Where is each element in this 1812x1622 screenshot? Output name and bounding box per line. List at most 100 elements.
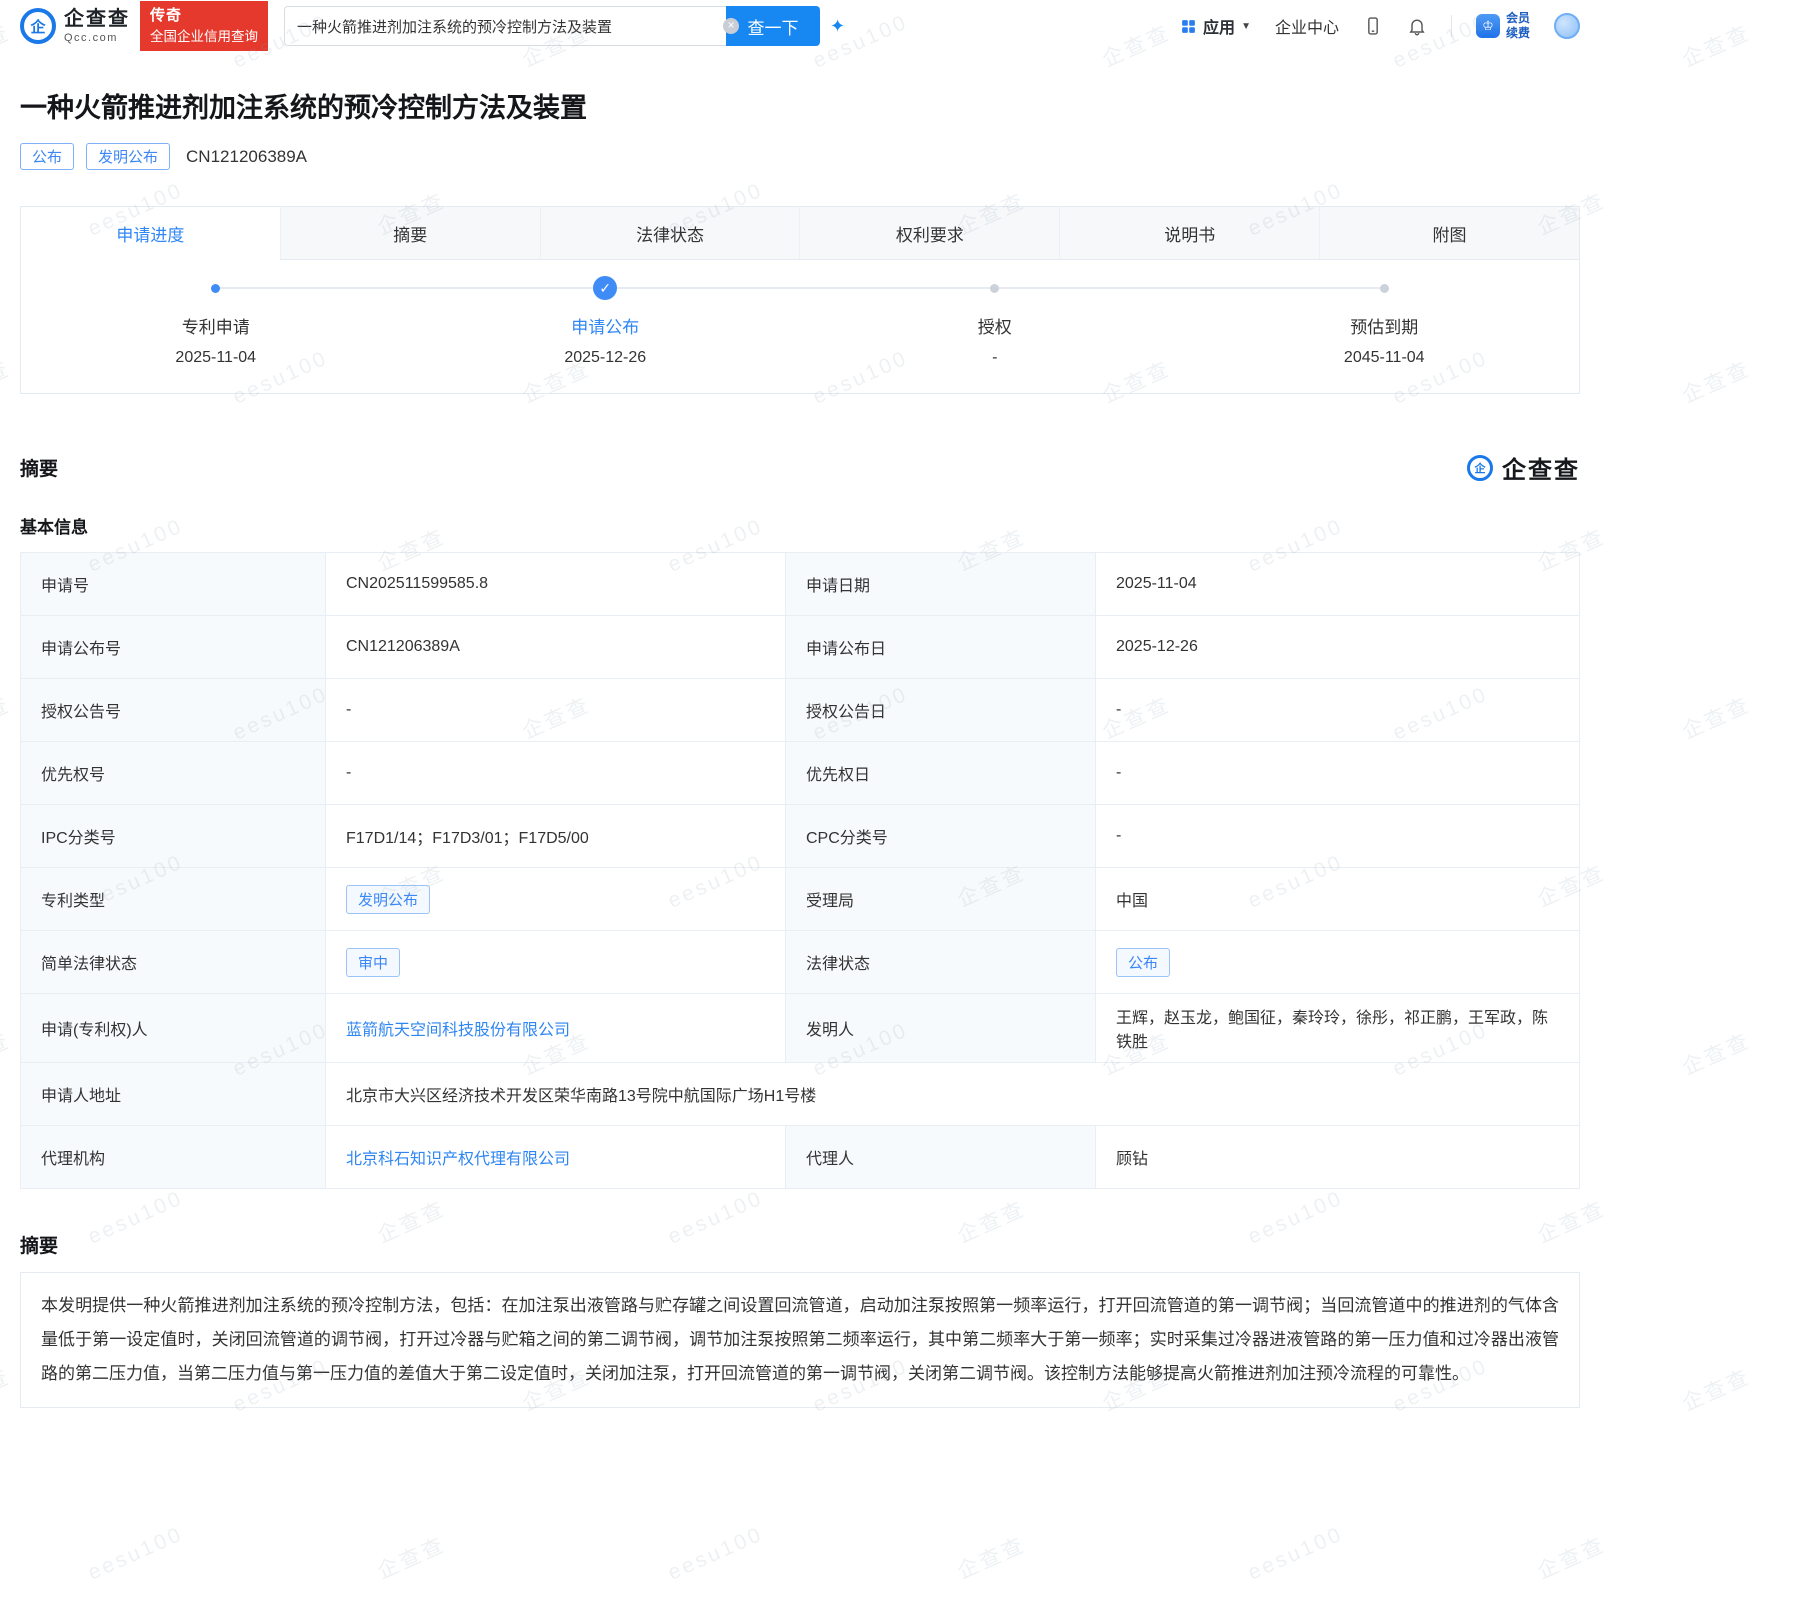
field-value: -	[326, 679, 786, 742]
navbar-right: 应用 ▼ 企业中心 ♔ 会员 续费	[1180, 11, 1580, 41]
ai-search-icon[interactable]: ✦	[830, 16, 845, 37]
field-label: 申请人地址	[21, 1063, 326, 1126]
timeline-step-label: 申请公布	[571, 313, 639, 338]
chevron-down-icon: ▼	[1241, 21, 1251, 32]
qcc-watermark-logo: 企 企查查	[1467, 450, 1580, 485]
vip-label-bottom: 续费	[1506, 26, 1530, 41]
field-value: 顾钻	[1096, 1126, 1580, 1189]
vip-label-top: 会员	[1506, 11, 1530, 26]
legal-status-badge: 公布	[1116, 948, 1170, 977]
field-value: 公布	[1096, 931, 1580, 994]
clear-search-icon[interactable]: ×	[723, 18, 739, 34]
applicant-company-link[interactable]: 蓝箭航天空间科技股份有限公司	[346, 1022, 570, 1039]
timeline-dot	[211, 284, 220, 293]
field-value: -	[1096, 679, 1580, 742]
apps-label: 应用	[1203, 14, 1235, 38]
field-value: 2025-12-26	[1096, 616, 1580, 679]
field-value: 审中	[326, 931, 786, 994]
table-row: 授权公告号 - 授权公告日 -	[21, 679, 1580, 742]
publication-number: CN121206389A	[186, 147, 307, 167]
enterprise-center-link[interactable]: 企业中心	[1275, 14, 1339, 38]
timeline-step-label: 预估到期	[1350, 313, 1418, 338]
tab-legal-status[interactable]: 法律状态	[540, 207, 800, 259]
timeline-step-date: 2045-11-04	[1344, 349, 1425, 367]
tab-description[interactable]: 说明书	[1059, 207, 1319, 259]
basic-info-title: 基本信息	[20, 513, 1580, 538]
field-label: 申请公布日	[786, 616, 1096, 679]
top-navbar: 企 企查查 Qcc.com 传奇 全国企业信用查询 × 查一下 ✦	[20, 0, 1580, 48]
timeline-step-grant: 授权 -	[800, 276, 1190, 367]
timeline-dot	[990, 284, 999, 293]
field-label: 优先权号	[21, 742, 326, 805]
timeline-step-expiry: 预估到期 2045-11-04	[1190, 276, 1580, 367]
field-label: 法律状态	[786, 931, 1096, 994]
field-label: 申请公布号	[21, 616, 326, 679]
timeline-step-label: 授权	[978, 313, 1012, 338]
table-row: 申请号 CN202511599585.8 申请日期 2025-11-04	[21, 553, 1580, 616]
table-row: 优先权号 - 优先权日 -	[21, 742, 1580, 805]
timeline-step-publication: ✓ 申请公布 2025-12-26	[411, 276, 801, 367]
timeline: 专利申请 2025-11-04 ✓ 申请公布 2025-12-26 授权 - 预…	[21, 260, 1579, 393]
tab-claims[interactable]: 权利要求	[799, 207, 1059, 259]
patent-type-badge: 发明公布	[346, 885, 430, 914]
timeline-step-filing: 专利申请 2025-11-04	[21, 276, 411, 367]
field-value: 王辉，赵玉龙，鲍国征，秦玲玲，徐彤，祁正鹏，王军政，陈铁胜	[1096, 994, 1580, 1063]
promo-line2: 全国企业信用查询	[150, 27, 258, 47]
abstract-text: 本发明提供一种火箭推进剂加注系统的预冷控制方法，包括：在加注泵出液管路与贮存罐之…	[20, 1272, 1580, 1408]
divider	[1451, 15, 1452, 37]
mobile-app-icon[interactable]	[1363, 16, 1383, 36]
vip-renew-button[interactable]: ♔ 会员 续费	[1476, 11, 1530, 41]
basic-info-table: 申请号 CN202511599585.8 申请日期 2025-11-04 申请公…	[20, 552, 1580, 1189]
field-value: 北京市大兴区经济技术开发区荣华南路13号院中航国际广场H1号楼	[326, 1063, 1580, 1126]
tab-application-progress[interactable]: 申请进度	[21, 207, 280, 260]
promo-badge[interactable]: 传奇 全国企业信用查询	[140, 1, 268, 50]
tab-abstract[interactable]: 摘要	[280, 207, 540, 259]
timeline-step-date: 2025-12-26	[564, 349, 646, 367]
field-label: IPC分类号	[21, 805, 326, 868]
search-button[interactable]: 查一下	[726, 6, 820, 46]
field-value: 中国	[1096, 868, 1580, 931]
simple-legal-status-badge: 审中	[346, 948, 400, 977]
brand-name: 企查查	[64, 8, 130, 30]
field-value: CN202511599585.8	[326, 553, 786, 616]
brand-domain: Qcc.com	[64, 32, 130, 44]
field-label: 申请号	[21, 553, 326, 616]
table-row: 简单法律状态 审中 法律状态 公布	[21, 931, 1580, 994]
table-row: 申请公布号 CN121206389A 申请公布日 2025-12-26	[21, 616, 1580, 679]
field-label: CPC分类号	[786, 805, 1096, 868]
tab-label: 申请进度	[116, 221, 184, 246]
qcc-logo[interactable]: 企 企查查 Qcc.com	[20, 8, 130, 44]
tab-label: 权利要求	[896, 221, 964, 246]
field-value: CN121206389A	[326, 616, 786, 679]
timeline-dot	[1380, 284, 1389, 293]
notification-bell-icon[interactable]	[1407, 16, 1427, 36]
field-value: 蓝箭航天空间科技股份有限公司	[326, 994, 786, 1063]
timeline-step-label: 专利申请	[182, 313, 250, 338]
qcc-logo-icon: 企	[20, 8, 56, 44]
field-value: 2025-11-04	[1096, 553, 1580, 616]
table-row: 申请人地址 北京市大兴区经济技术开发区荣华南路13号院中航国际广场H1号楼	[21, 1063, 1580, 1126]
search-input[interactable]	[284, 6, 726, 46]
vip-crown-icon: ♔	[1476, 14, 1500, 38]
apps-menu[interactable]: 应用 ▼	[1180, 14, 1251, 38]
abstract-section-title: 摘要	[20, 1231, 58, 1258]
table-row: 专利类型 发明公布 受理局 中国	[21, 868, 1580, 931]
tab-label: 附图	[1433, 221, 1467, 246]
page-title: 一种火箭推进剂加注系统的预冷控制方法及装置	[20, 86, 1580, 125]
table-row: 代理机构 北京科石知识产权代理有限公司 代理人 顾钻	[21, 1126, 1580, 1189]
field-value: -	[326, 742, 786, 805]
summary-section-title: 摘要	[20, 454, 58, 481]
assistant-icon[interactable]	[1554, 13, 1580, 39]
timeline-step-date: 2025-11-04	[175, 349, 256, 367]
tab-label: 说明书	[1164, 221, 1215, 246]
patent-type-badge: 发明公布	[86, 143, 170, 170]
table-row: 申请(专利权)人 蓝箭航天空间科技股份有限公司 发明人 王辉，赵玉龙，鲍国征，秦…	[21, 994, 1580, 1063]
apps-grid-icon	[1180, 18, 1197, 35]
timeline-step-date: -	[992, 349, 997, 367]
field-label: 简单法律状态	[21, 931, 326, 994]
field-value: -	[1096, 742, 1580, 805]
field-label: 代理机构	[21, 1126, 326, 1189]
agency-company-link[interactable]: 北京科石知识产权代理有限公司	[346, 1151, 570, 1168]
field-label: 申请日期	[786, 553, 1096, 616]
tab-figures[interactable]: 附图	[1319, 207, 1579, 259]
